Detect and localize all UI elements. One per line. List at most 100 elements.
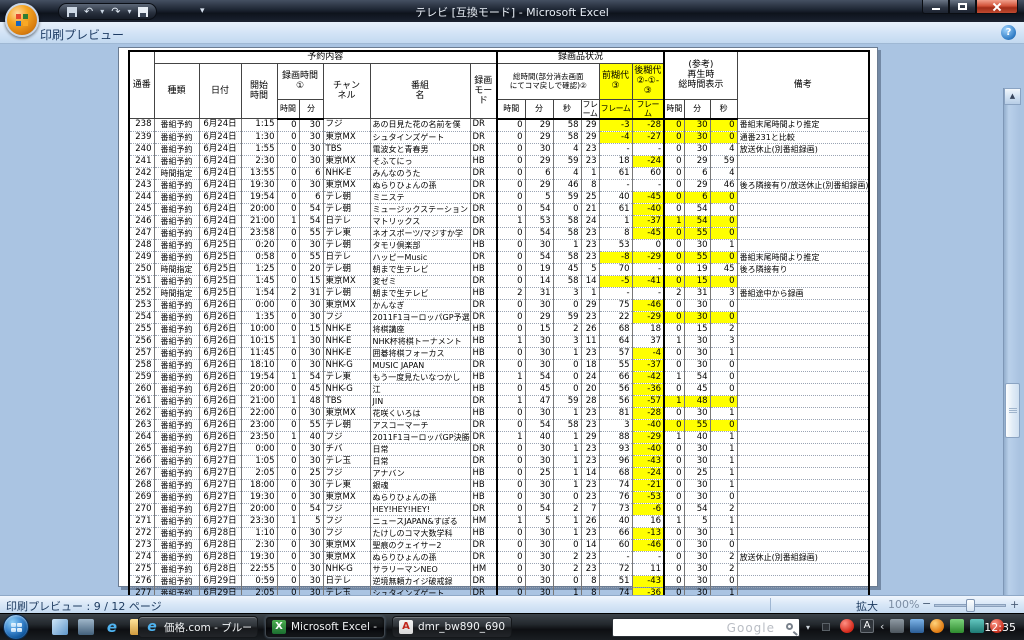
ime-tray-icon[interactable]: A [860, 619, 874, 633]
cell: 0 [710, 359, 738, 372]
security-tray-icon[interactable] [950, 619, 965, 633]
table-row: 257 番組予約 6月26日 11:45 0 30 NHK-E 囲碁将棋フォーカス HB 0 30 1… [129, 347, 869, 360]
cell: 0 [497, 299, 526, 312]
cell: 0 [664, 563, 685, 576]
undo-icon[interactable]: ↶ [84, 6, 93, 17]
cell: 30 [684, 479, 711, 492]
cell: フジ [323, 311, 371, 324]
cell: 30 [684, 563, 711, 576]
cell: ニュースJAPAN&すぽる [370, 515, 471, 528]
update-tray-icon[interactable] [930, 619, 945, 633]
search-options-icon[interactable] [822, 623, 830, 631]
subheader-jikan: 時間 [663, 98, 685, 120]
cell: 254 [129, 311, 155, 324]
cell: HB [470, 407, 499, 420]
cell: 55 [684, 419, 711, 432]
save-icon[interactable] [67, 6, 77, 17]
cell: 30 [525, 359, 554, 372]
cell: 54 [684, 371, 711, 384]
minimize-button[interactable] [922, 0, 949, 14]
subheader-frame: フレーム [580, 98, 600, 120]
cell: 0 [664, 118, 685, 132]
cell: 2 [553, 323, 582, 336]
cell: HB [470, 527, 499, 540]
search-dropdown-icon[interactable]: ▾ [806, 623, 810, 632]
task-button-label: dmr_bw890_690.... [418, 621, 505, 633]
task-button-excel[interactable]: X Microsoft Excel - ... [265, 616, 385, 638]
cell: 45 [553, 263, 582, 276]
office-button[interactable] [5, 3, 39, 37]
cell: 2 [710, 323, 738, 336]
cell: マトリックス [370, 215, 471, 228]
search-box[interactable]: Google [612, 618, 800, 637]
scroll-up-icon[interactable]: ▲ [1004, 88, 1021, 105]
cell: DR [470, 311, 499, 324]
cell: 3 [710, 335, 738, 348]
cell: 23:30 [241, 515, 278, 528]
zoom-in-icon[interactable]: + [1010, 598, 1019, 611]
cell: DR [470, 251, 499, 264]
cell: 2 [277, 287, 300, 300]
table-row: 243 番組予約 6月24日 19:30 0 30 東京MX ぬらりひょんの孫 DR 0 29 46 8… [129, 179, 869, 192]
worksheet-table-container: 通番 予約内容 録画品状況 (参考) 再生時 総時間表示 備考 種類 日付 開始… [128, 50, 870, 613]
zoom-out-icon[interactable]: − [922, 597, 931, 610]
display-tray-icon[interactable] [890, 619, 905, 633]
qat-customize-icon[interactable]: ▾ [200, 6, 205, 16]
lan-tray-icon[interactable] [970, 619, 985, 633]
cell: 番組予約 [154, 239, 200, 252]
tab-print-preview[interactable]: 印刷プレビュー [34, 25, 130, 44]
header-kaishi: 開始 時間 [240, 62, 278, 119]
cell: 6月24日 [199, 155, 242, 168]
cell: 29 [684, 179, 711, 192]
cell: テレ玉 [323, 455, 371, 468]
cell: 0 [277, 383, 300, 396]
cell: 26 [581, 515, 600, 528]
task-button-pdf[interactable]: Admr_bw890_690.... [392, 616, 512, 638]
network-monitor-tray-icon[interactable] [910, 619, 925, 633]
cell: 1 [710, 443, 738, 456]
cell: 0 [664, 167, 685, 180]
vertical-scrollbar[interactable]: ▲ ▼ [1003, 88, 1021, 639]
internet-explorer-icon[interactable]: e [104, 619, 120, 635]
print-preview-icon[interactable] [138, 6, 149, 17]
help-icon[interactable]: ? [1001, 25, 1016, 40]
undo-dropdown-icon[interactable]: ▾ [100, 7, 104, 16]
subheader-jikan: 時間 [496, 98, 526, 120]
cell: 14 [581, 467, 600, 480]
remote-desktop-icon[interactable] [78, 619, 94, 635]
cell: 60 [632, 167, 666, 180]
cell: 2 [710, 551, 738, 564]
cell: 1 [497, 335, 526, 348]
table-row: 249 番組予約 6月25日 0:58 0 55 日テレ ハッピーMusic DR 0 54 58 23… [129, 251, 869, 264]
cell: 電波女と青春男 [370, 143, 471, 156]
cell: 2011F1ヨーロッパGP予選 [370, 311, 471, 324]
cell: 23 [581, 227, 600, 240]
cell: 26 [581, 323, 600, 336]
tray-collapse-icon[interactable]: ‹ [880, 620, 884, 633]
cell: 東京MX [323, 155, 371, 168]
table-row: 248 番組予約 6月25日 0:20 0 30 テレ朝 タモリ倶楽部 HB 0 30 1 23 53 0 0… [129, 239, 869, 252]
cell: 0 [277, 179, 300, 192]
cell: 19 [525, 263, 554, 276]
task-button-internet-explorer[interactable]: e 価格.com - ブルー... [138, 616, 258, 638]
search-icon[interactable] [786, 623, 793, 630]
cell: 0 [664, 383, 685, 396]
close-button[interactable] [976, 0, 1018, 14]
cell: 将棋講座 [370, 323, 471, 336]
antivirus-tray-icon[interactable] [840, 619, 854, 633]
scrollbar-thumb[interactable] [1005, 383, 1020, 438]
cell: 6月27日 [199, 491, 242, 504]
redo-dropdown-icon[interactable]: ▾ [127, 7, 131, 16]
cell: 275 [129, 563, 155, 576]
cell: 96 [599, 455, 633, 468]
cell: 番組予約 [154, 419, 200, 432]
taskbar-clock[interactable]: 12:35 [984, 621, 1016, 634]
show-desktop-icon[interactable] [52, 619, 68, 635]
cell: DR [470, 419, 499, 432]
cell: 30 [525, 491, 554, 504]
cell [737, 503, 869, 516]
redo-icon[interactable]: ↷ [111, 6, 120, 17]
start-button[interactable] [3, 614, 29, 640]
maximize-button[interactable] [949, 0, 976, 14]
zoom-slider-thumb[interactable] [966, 599, 975, 612]
